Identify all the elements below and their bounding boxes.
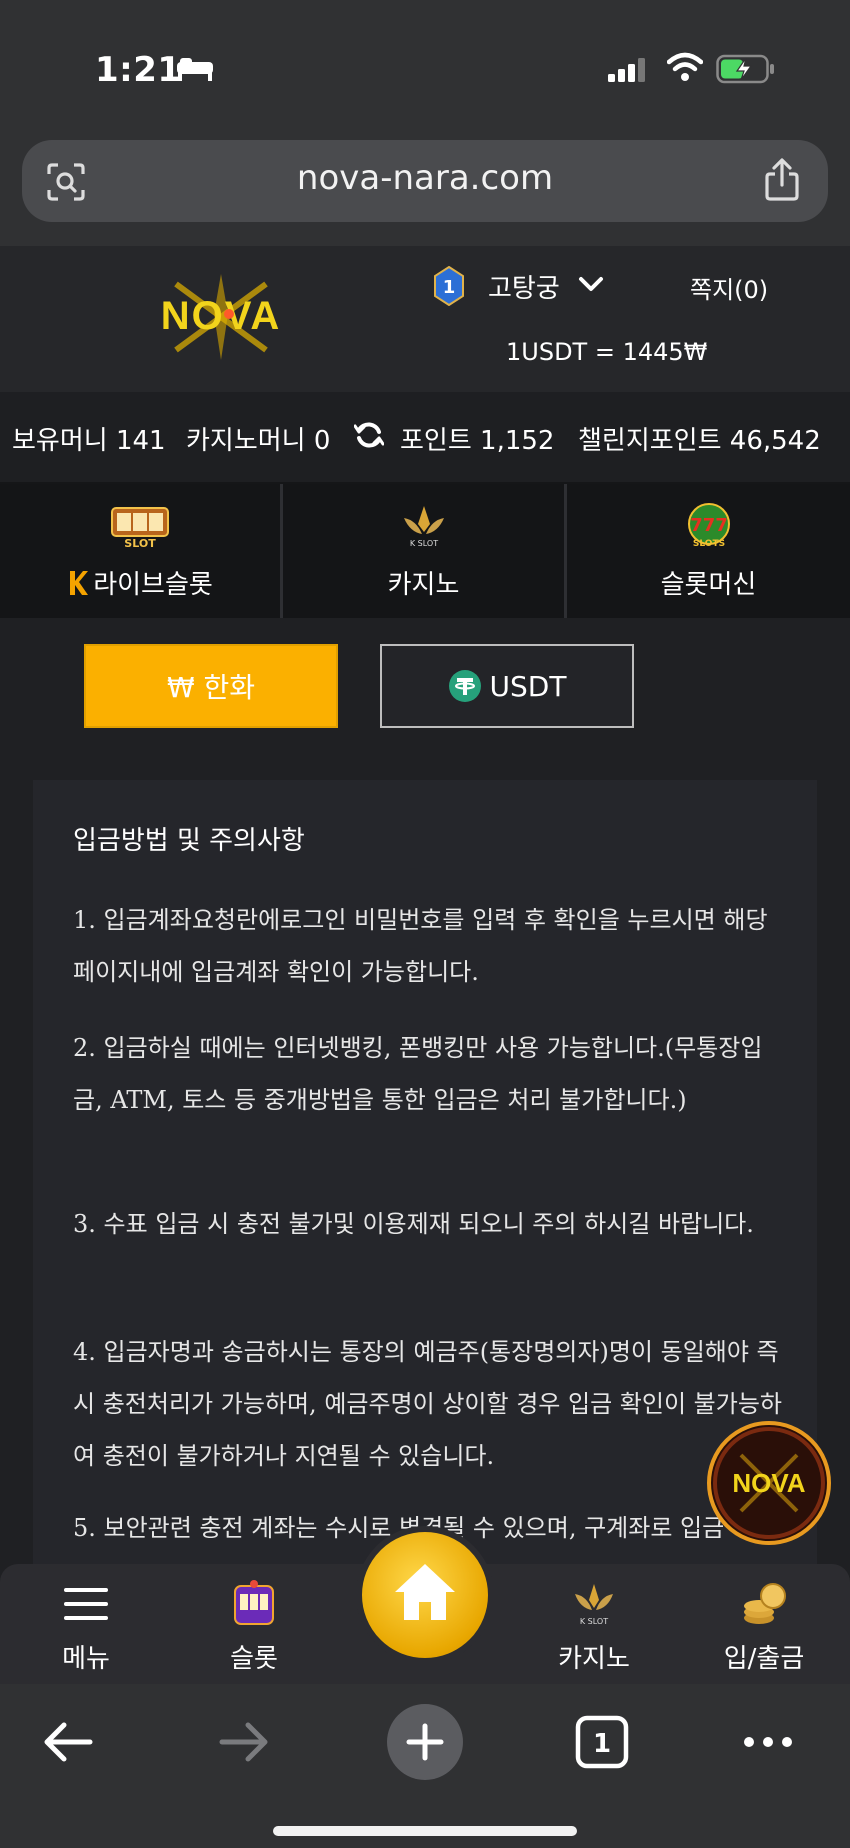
points: 포인트 1,152: [400, 426, 555, 456]
menu-icon: [64, 1588, 108, 1620]
cellular-signal-icon: [608, 58, 645, 82]
home-icon: [395, 1564, 455, 1620]
nav-casino[interactable]: K SLOT 카지노: [524, 1564, 664, 1684]
category-tabs: SLOT 라이브슬롯 K SLOT 카지노 777 SLOTS 슬롯머신: [0, 484, 850, 618]
back-arrow-icon[interactable]: [38, 1712, 98, 1772]
krw-currency-button[interactable]: ₩ 한화: [84, 644, 338, 728]
tab-live-slot-label: 라이브슬롯: [93, 570, 213, 600]
casino-money: 카지노머니 0: [186, 426, 331, 456]
battery-icon: [716, 54, 774, 84]
url-text: nova-nara.com: [296, 158, 554, 198]
usdt-currency-button[interactable]: USDT: [380, 644, 634, 728]
notice-item: 4. 입금자명과 송금하시는 통장의 예금주(통장명의자)명이 동일해야 즉시 …: [73, 1338, 782, 1470]
tab-live-slot[interactable]: SLOT 라이브슬롯: [0, 484, 283, 618]
floating-nova-button[interactable]: NOVA: [706, 1420, 832, 1546]
k-logo-icon: [70, 571, 89, 595]
tab-casino[interactable]: K SLOT 카지노: [283, 484, 567, 618]
held-money: 보유머니 141: [12, 426, 166, 456]
new-tab-button[interactable]: [387, 1704, 463, 1780]
notice-title: 입금방법 및 주의사항: [73, 826, 305, 856]
k-slot-icon: K SLOT: [575, 1584, 613, 1626]
url-field[interactable]: nova-nara.com: [22, 140, 828, 222]
usdt-label: USDT: [489, 669, 567, 703]
svg-text:NOVA: NOVA: [732, 1468, 805, 1498]
nav-slot-label: 슬롯: [230, 1644, 278, 1674]
nav-menu-label: 메뉴: [62, 1644, 110, 1674]
svg-text:1: 1: [593, 1729, 611, 1759]
svg-text:NOVA: NOVA: [161, 294, 282, 338]
wifi-icon: [667, 52, 703, 81]
svg-text:K SLOT: K SLOT: [409, 539, 437, 548]
share-icon[interactable]: [762, 158, 802, 202]
username[interactable]: 고탕궁: [488, 268, 560, 305]
home-indicator: [273, 1826, 577, 1836]
svg-text:SLOT: SLOT: [124, 537, 156, 550]
tab-slot-machine[interactable]: 777 SLOTS 슬롯머신: [567, 484, 850, 618]
status-bar: 1:21: [0, 0, 850, 135]
nav-casino-label: 카지노: [558, 1644, 630, 1674]
site-header: NOVA 1 고탕궁 쪽지(0) 1USDT = 1445₩: [0, 246, 850, 392]
nav-menu[interactable]: 메뉴: [16, 1564, 156, 1684]
notice-item: 3. 수표 입금 시 충전 불가및 이용제재 되오니 주의 하시길 바랍니다.: [73, 1210, 754, 1238]
rank-badge-icon: 1: [434, 266, 464, 306]
status-time: 1:21: [95, 50, 182, 90]
nova-logo[interactable]: NOVA: [136, 274, 306, 360]
k-slot-icon: K SLOT: [403, 506, 444, 548]
notice-item: 1. 입금계좌요청란에로그인 비밀번호를 입력 후 확인을 누르시면 해당 페이…: [73, 906, 768, 986]
slots-777-icon: 777 SLOTS: [687, 503, 730, 549]
challenge-points: 챌린지포인트 46,542: [578, 426, 821, 456]
tab-slot-machine-label: 슬롯머신: [660, 570, 757, 600]
svg-text:K SLOT: K SLOT: [580, 1617, 608, 1626]
browser-toolbar: 1: [0, 1684, 850, 1848]
plus-icon: [406, 1723, 444, 1761]
sleep-mode-icon: [177, 58, 213, 81]
forward-arrow-icon[interactable]: [214, 1712, 274, 1772]
tab-casino-label: 카지노: [387, 570, 460, 600]
refresh-icon[interactable]: [354, 420, 384, 450]
browser-address-bar: nova-nara.com: [0, 120, 850, 246]
slot-machine-icon: [234, 1580, 274, 1625]
tabs-icon[interactable]: 1: [572, 1712, 632, 1772]
more-options-icon[interactable]: [738, 1712, 798, 1772]
notice-item: 2. 입금하실 때에는 인터넷뱅킹, 폰뱅킹만 사용 가능합니다.(무통장입금,…: [73, 1034, 763, 1114]
krw-label: ₩ 한화: [166, 671, 256, 704]
tether-icon: [448, 670, 481, 702]
chevron-down-icon[interactable]: [578, 274, 604, 294]
balance-bar: 보유머니 141 카지노머니 0 포인트 1,152 챌린지포인트 46,542: [0, 392, 850, 484]
messages-link[interactable]: 쪽지(0): [690, 270, 768, 305]
svg-text:1: 1: [443, 277, 456, 298]
exchange-rate: 1USDT = 1445₩: [506, 338, 708, 366]
deposit-notice-panel: 입금방법 및 주의사항 1. 입금계좌요청란에로그인 비밀번호를 입력 후 확인…: [33, 780, 817, 1594]
nav-deposit-label: 입/출금: [723, 1644, 805, 1674]
nav-slot[interactable]: 슬롯: [184, 1564, 324, 1684]
home-button[interactable]: [356, 1526, 494, 1664]
svg-text:777: 777: [690, 515, 728, 536]
nav-deposit-withdraw[interactable]: 입/출금: [694, 1564, 834, 1684]
coins-icon: [744, 1583, 786, 1624]
svg-text:SLOTS: SLOTS: [692, 539, 724, 549]
live-slot-icon: SLOT: [111, 507, 169, 550]
